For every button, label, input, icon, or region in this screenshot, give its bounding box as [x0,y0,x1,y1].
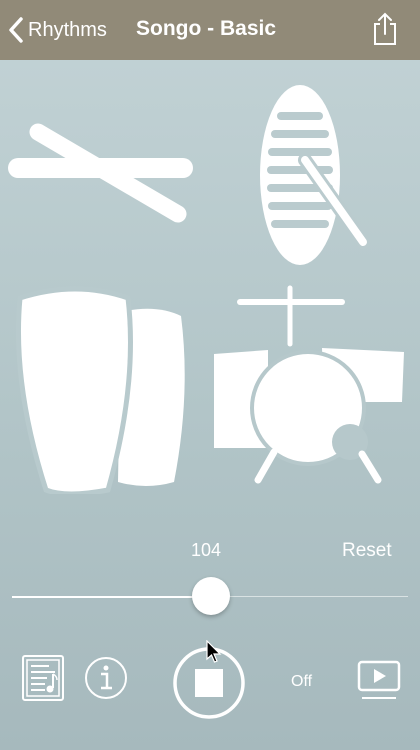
share-button[interactable] [372,12,398,46]
congas-instrument-button[interactable] [16,284,188,494]
sheet-music-button[interactable] [21,654,65,707]
info-icon [85,657,127,699]
tempo-slider[interactable] [12,575,408,619]
sheet-music-icon [22,655,64,701]
mouse-cursor-icon [206,640,222,663]
reset-button[interactable]: Reset [342,540,392,562]
page-title: Songo - Basic [136,17,277,40]
chevron-left-icon [9,17,23,43]
back-button[interactable]: Rhythms [8,14,107,46]
guiro-instrument-button[interactable] [255,82,375,270]
drum-kit-icon [214,285,404,484]
play-video-icon [357,660,401,699]
sticks-instrument-button[interactable] [8,120,198,230]
loop-toggle-label[interactable]: Off [291,673,312,691]
slider-track-filled [12,596,212,598]
tempo-value: 104 [191,540,222,560]
play-video-button[interactable] [356,660,402,707]
slider-thumb[interactable] [192,577,230,615]
conga-drums-icon [16,286,185,494]
drum-kit-instrument-button[interactable] [212,284,412,484]
back-label: Rhythms [28,18,107,41]
slider-track-empty [212,596,408,597]
drumsticks-icon [8,123,193,223]
guiro-icon [260,85,370,265]
info-button[interactable] [84,656,128,705]
share-icon [374,12,396,45]
navigation-bar: Rhythms Songo - Basic [0,0,420,60]
